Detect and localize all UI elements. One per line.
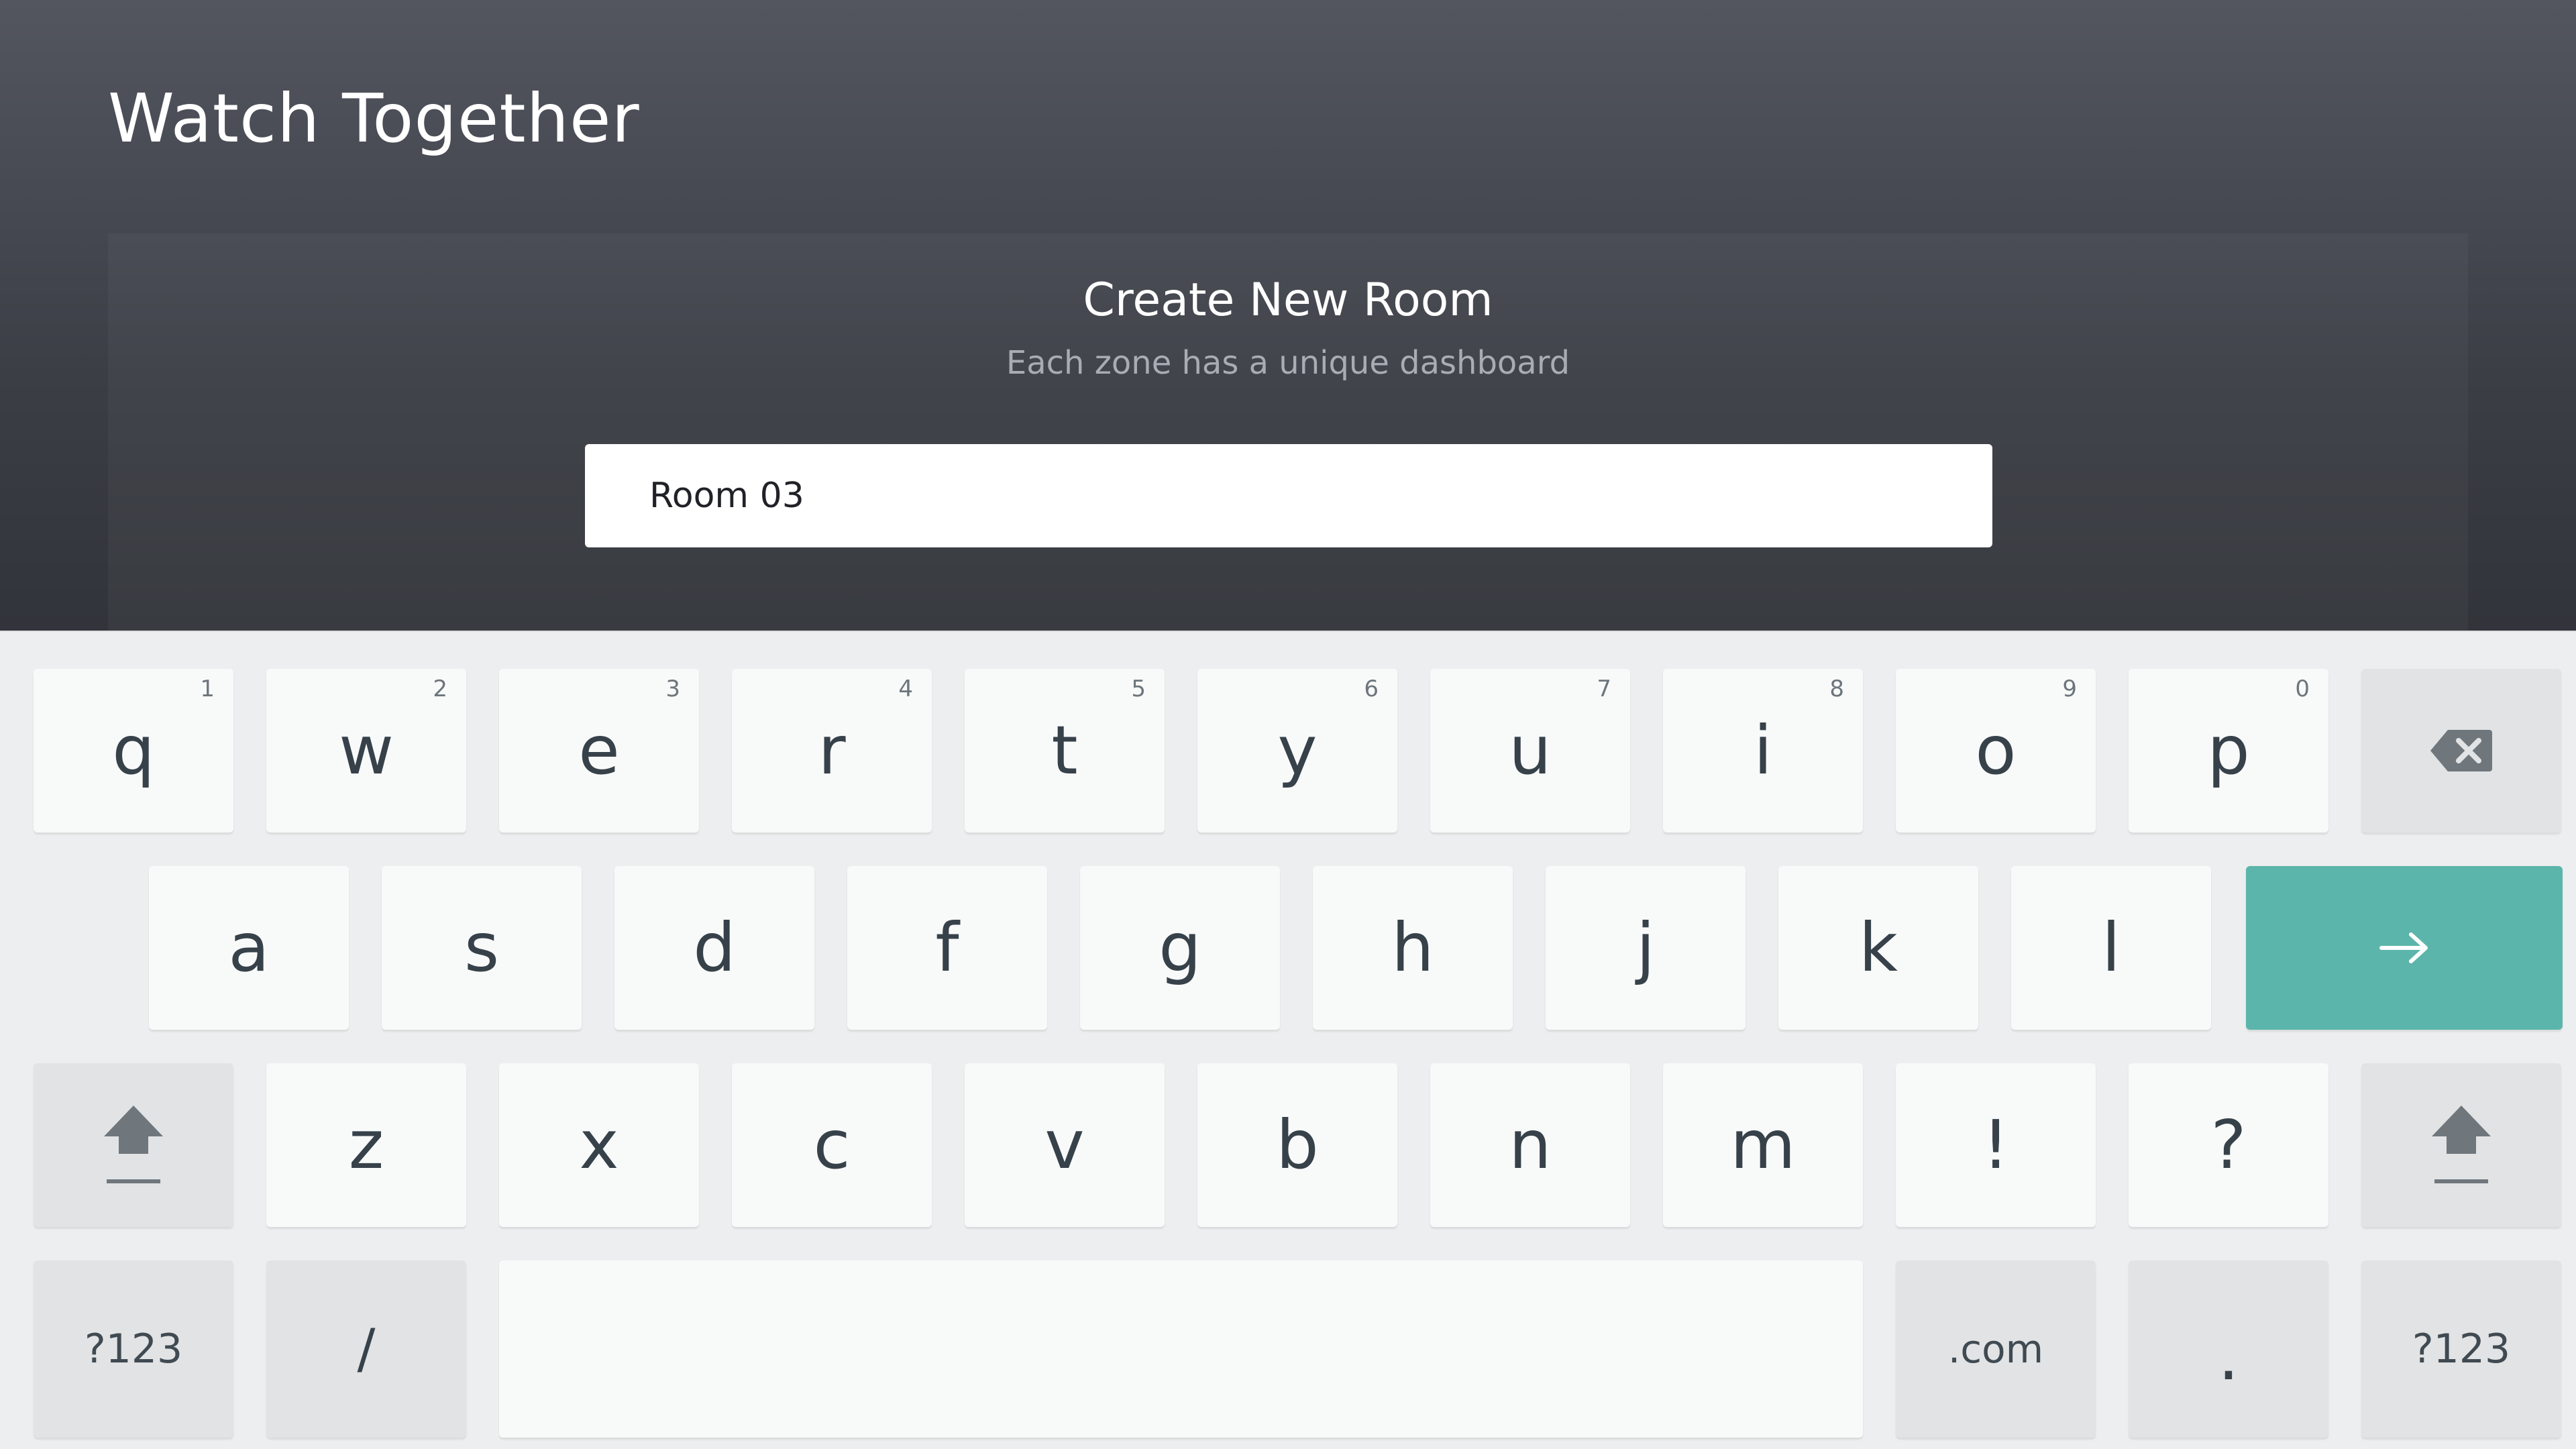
key-s[interactable]: s bbox=[382, 866, 582, 1030]
key-y[interactable]: 6 y bbox=[1197, 669, 1397, 833]
key-label: j bbox=[1636, 908, 1655, 987]
key-z[interactable]: z bbox=[266, 1063, 466, 1227]
key-label: . bbox=[2218, 1316, 2239, 1395]
key-hint: 3 bbox=[665, 676, 680, 702]
enter-key[interactable] bbox=[2246, 866, 2563, 1030]
app-title: Watch Together bbox=[108, 79, 640, 158]
backspace-icon bbox=[2430, 730, 2492, 771]
key-p[interactable]: 0 p bbox=[2129, 669, 2328, 833]
key-q[interactable]: 1 q bbox=[34, 669, 233, 833]
key-label: z bbox=[348, 1106, 384, 1184]
key-b[interactable]: b bbox=[1197, 1063, 1397, 1227]
key-label: / bbox=[357, 1318, 376, 1380]
key-label: y bbox=[1277, 711, 1318, 790]
key-d[interactable]: d bbox=[614, 866, 814, 1030]
key-j[interactable]: j bbox=[1546, 866, 1746, 1030]
key-label: k bbox=[1859, 908, 1898, 987]
key-u[interactable]: 7 u bbox=[1430, 669, 1630, 833]
key-h[interactable]: h bbox=[1313, 866, 1513, 1030]
on-screen-keyboard: 1 q 2 w 3 e 4 r 5 t 6 y 7 u 8 i 9 o 0 p … bbox=[0, 631, 2576, 1449]
key-label: o bbox=[1975, 711, 2017, 790]
key-label: n bbox=[1509, 1106, 1552, 1184]
key-slash[interactable]: / bbox=[266, 1260, 466, 1438]
key-hint: 5 bbox=[1131, 676, 1146, 702]
key-label: ?123 bbox=[84, 1326, 183, 1373]
key-label: .com bbox=[1947, 1326, 2044, 1372]
key-w[interactable]: 2 w bbox=[266, 669, 466, 833]
dot-com-key[interactable]: .com bbox=[1896, 1260, 2096, 1438]
key-label: e bbox=[578, 711, 620, 790]
key-o[interactable]: 9 o bbox=[1896, 669, 2096, 833]
key-label: p bbox=[2207, 711, 2250, 790]
key-label: d bbox=[693, 908, 736, 987]
backspace-key[interactable] bbox=[2361, 669, 2561, 833]
shift-icon bbox=[104, 1106, 163, 1183]
arrow-right-icon bbox=[2379, 932, 2428, 963]
key-label: i bbox=[1754, 711, 1772, 790]
key-label: q bbox=[112, 711, 155, 790]
key-c[interactable]: c bbox=[732, 1063, 932, 1227]
key-label: ?123 bbox=[2412, 1326, 2511, 1373]
key-a[interactable]: a bbox=[149, 866, 349, 1030]
space-key[interactable] bbox=[499, 1260, 1863, 1438]
key-hint: 6 bbox=[1364, 676, 1379, 702]
key-question[interactable]: ? bbox=[2129, 1063, 2328, 1227]
key-period[interactable]: . bbox=[2129, 1260, 2328, 1438]
shift-key-left[interactable] bbox=[34, 1063, 233, 1227]
key-x[interactable]: x bbox=[499, 1063, 699, 1227]
key-label: r bbox=[818, 711, 846, 790]
key-r[interactable]: 4 r bbox=[732, 669, 932, 833]
key-label: m bbox=[1730, 1106, 1796, 1184]
room-setup-area: Watch Together Create New Room Each zone… bbox=[0, 0, 2576, 631]
shift-icon bbox=[2432, 1106, 2491, 1183]
key-f[interactable]: f bbox=[847, 866, 1047, 1030]
key-label: v bbox=[1044, 1106, 1085, 1184]
key-hint: 9 bbox=[2062, 676, 2077, 702]
key-label: g bbox=[1159, 908, 1201, 987]
key-label: h bbox=[1391, 908, 1434, 987]
key-i[interactable]: 8 i bbox=[1663, 669, 1863, 833]
key-e[interactable]: 3 e bbox=[499, 669, 699, 833]
key-hint: 8 bbox=[1829, 676, 1844, 702]
key-hint: 1 bbox=[200, 676, 215, 702]
shift-key-right[interactable] bbox=[2361, 1063, 2561, 1227]
key-label: b bbox=[1276, 1106, 1319, 1184]
key-k[interactable]: k bbox=[1778, 866, 1978, 1030]
key-label: c bbox=[813, 1106, 851, 1184]
key-label: x bbox=[579, 1106, 619, 1184]
screen: Watch Together Create New Room Each zone… bbox=[0, 0, 2576, 1449]
key-label: w bbox=[339, 711, 394, 790]
key-label: s bbox=[464, 908, 500, 987]
panel-title: Create New Room bbox=[1083, 274, 1493, 327]
create-room-panel: Create New Room Each zone has a unique d… bbox=[108, 233, 2468, 631]
key-m[interactable]: m bbox=[1663, 1063, 1863, 1227]
key-label: f bbox=[935, 908, 959, 987]
key-label: t bbox=[1051, 711, 1078, 790]
symbols-key-left[interactable]: ?123 bbox=[34, 1260, 233, 1438]
key-n[interactable]: n bbox=[1430, 1063, 1630, 1227]
key-hint: 0 bbox=[2295, 676, 2310, 702]
room-name-input[interactable] bbox=[585, 444, 1992, 547]
key-label: l bbox=[2102, 908, 2121, 987]
key-hint: 7 bbox=[1597, 676, 1611, 702]
key-label: a bbox=[228, 908, 270, 987]
symbols-key-right[interactable]: ?123 bbox=[2361, 1260, 2561, 1438]
panel-subtitle: Each zone has a unique dashboard bbox=[1006, 344, 1570, 382]
key-label: ! bbox=[1982, 1106, 2010, 1184]
key-label: u bbox=[1509, 711, 1552, 790]
key-hint: 4 bbox=[898, 676, 913, 702]
key-label: ? bbox=[2210, 1106, 2247, 1184]
key-t[interactable]: 5 t bbox=[965, 669, 1165, 833]
key-exclamation[interactable]: ! bbox=[1896, 1063, 2096, 1227]
key-g[interactable]: g bbox=[1080, 866, 1280, 1030]
key-l[interactable]: l bbox=[2011, 866, 2211, 1030]
key-v[interactable]: v bbox=[965, 1063, 1165, 1227]
key-hint: 2 bbox=[433, 676, 447, 702]
